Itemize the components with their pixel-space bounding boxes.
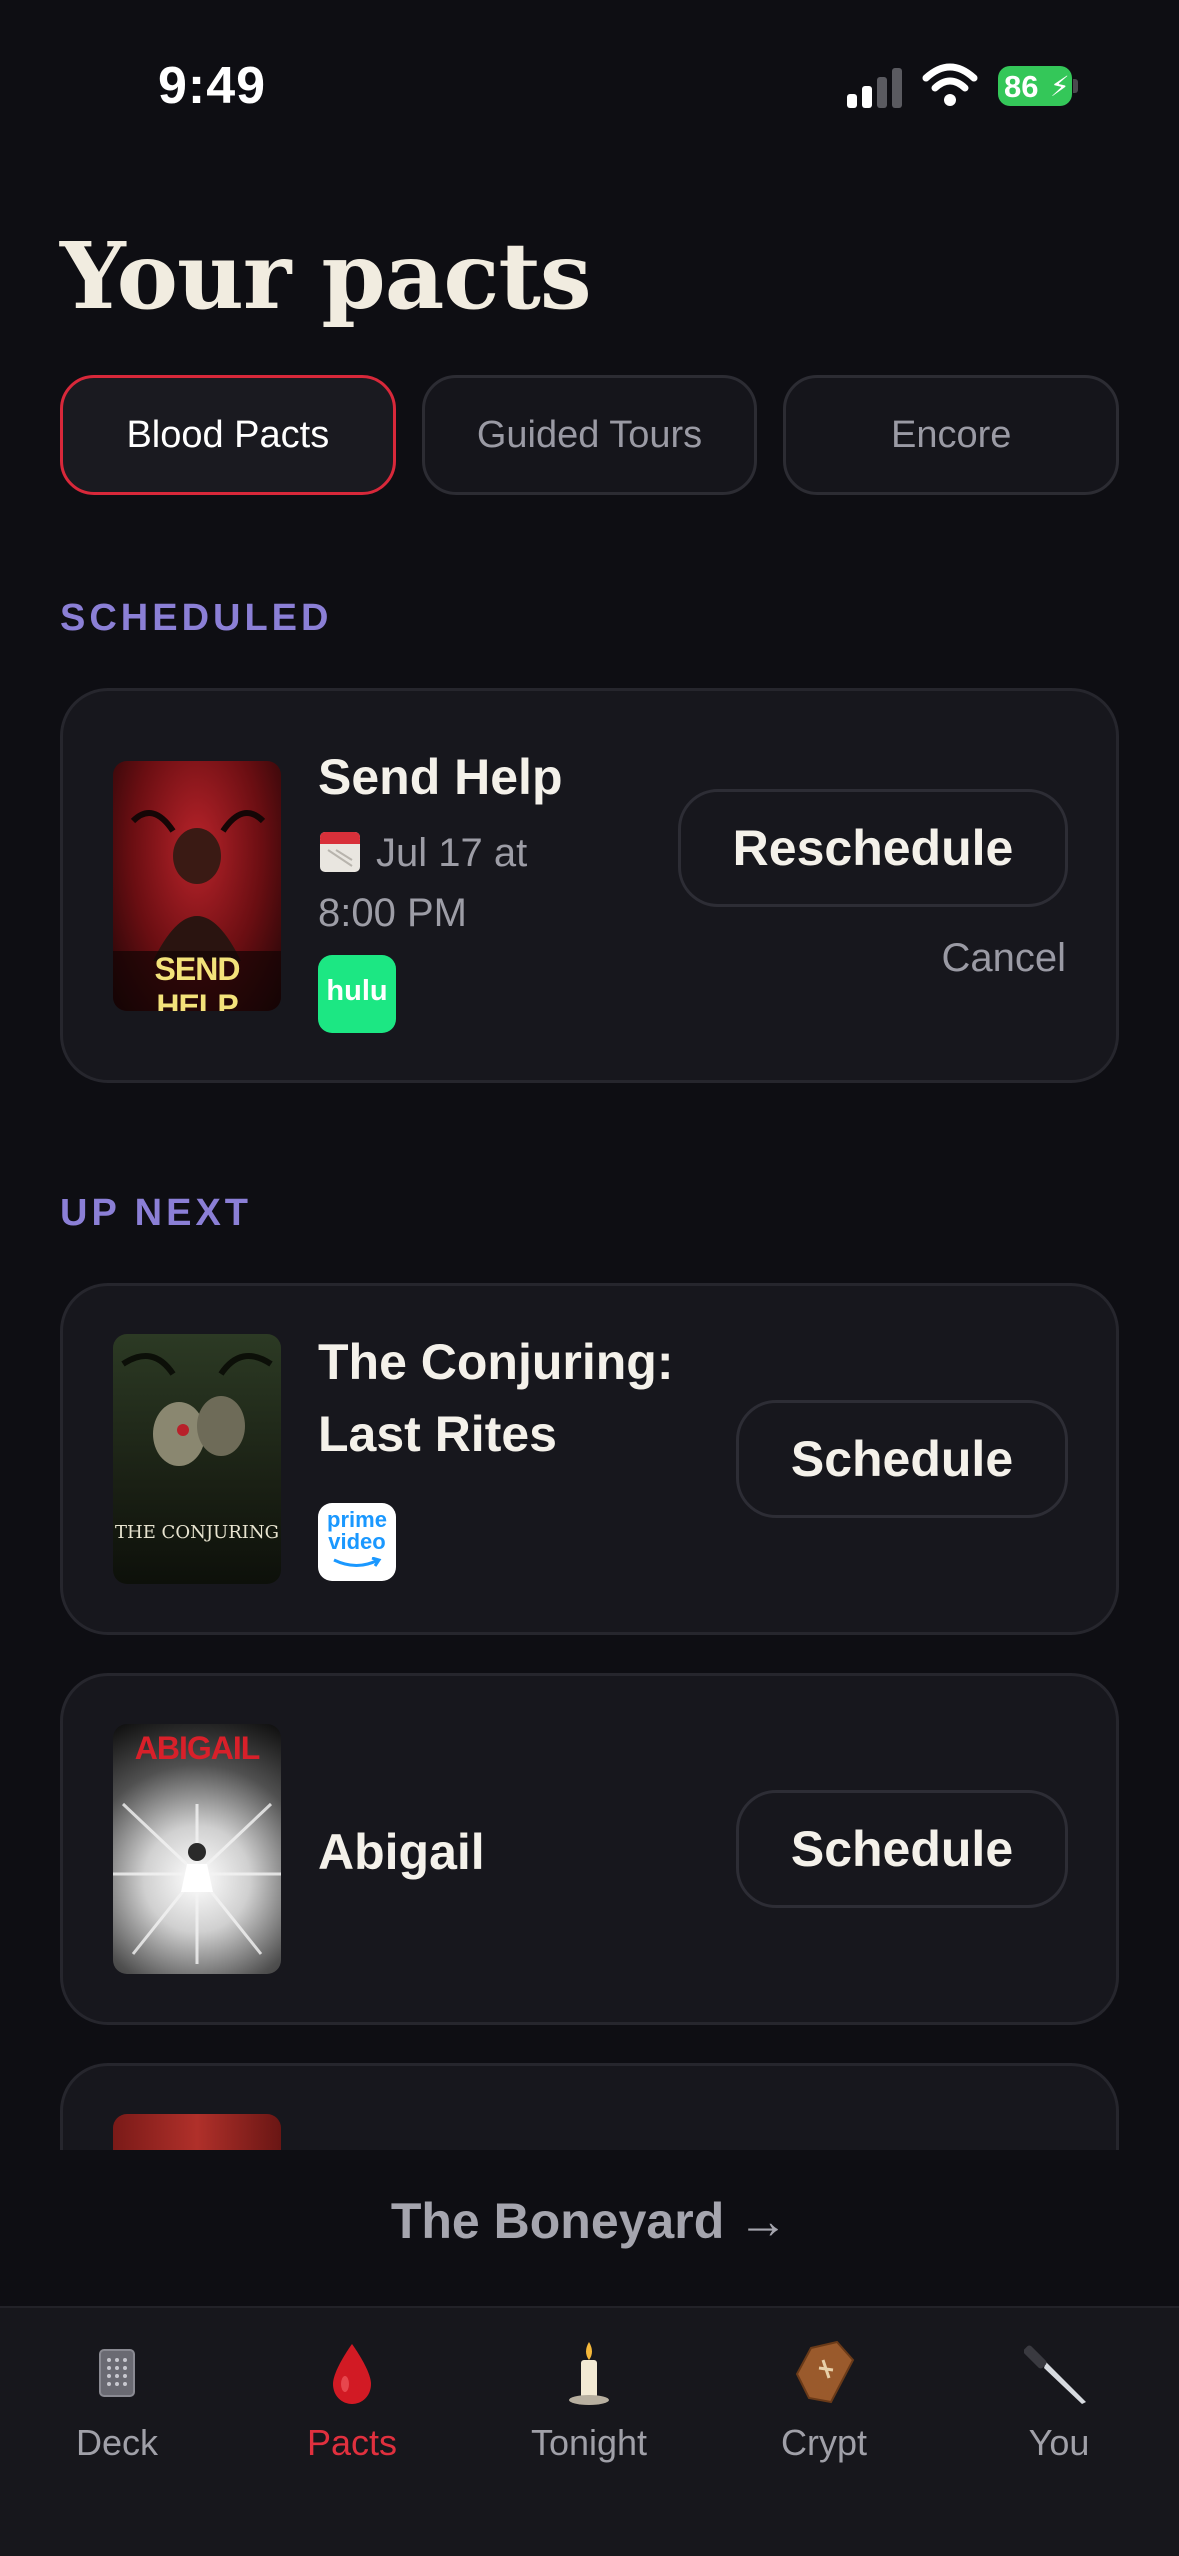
blood-drop-icon	[333, 2344, 371, 2404]
charging-bolt-icon: ⚡	[1050, 71, 1070, 102]
provider-name: hulu	[326, 975, 388, 1007]
poster-conjuring: THE CONJURING	[113, 1334, 281, 1584]
poster-title-text: SEND HELP	[154, 951, 241, 1011]
tabbar-item-deck[interactable]: Deck	[27, 2338, 207, 2464]
schedule-date: Jul 17 at	[318, 823, 527, 883]
tabbar-item-tonight[interactable]: Tonight	[499, 2338, 679, 2464]
tabbar-label: Tonight	[530, 2422, 648, 2463]
calendar-icon	[320, 832, 360, 872]
reschedule-button[interactable]: Reschedule	[678, 789, 1068, 907]
pact-type-tabs: Blood Pacts Guided Tours Encore	[60, 375, 1120, 495]
tab-encore[interactable]: Encore	[783, 375, 1120, 495]
schedule-button[interactable]: Schedule	[736, 1400, 1068, 1518]
schedule-date-line1: Jul 17 at	[376, 831, 528, 875]
page-title: Your pacts	[60, 222, 592, 330]
card-title: Abigail	[318, 1824, 485, 1880]
provider-name-line2: video	[328, 1529, 386, 1554]
battery-tip	[1073, 79, 1078, 93]
schedule-time: 8:00 PM	[318, 891, 467, 935]
tab-guided-tours[interactable]: Guided Tours	[421, 375, 758, 495]
tabbar-item-you[interactable]: You	[969, 2338, 1149, 2464]
section-label-scheduled: SCHEDULED	[60, 597, 333, 639]
prime-video-logo-icon: prime video	[318, 1503, 396, 1581]
tabbar-label: Pacts	[306, 2422, 398, 2463]
candle-icon	[569, 2342, 609, 2405]
up-next-card[interactable]: ABIGAIL Abigail Schedule	[60, 1673, 1119, 2025]
coffin-icon	[795, 2340, 855, 2404]
poster-abigail: ABIGAIL	[113, 1724, 281, 1974]
card-title-line2: Last Rites	[318, 1406, 557, 1462]
smile-arrow-icon	[333, 1557, 382, 1567]
scheduled-pact-card[interactable]: SEND HELP Send Help Jul 17 at 8:00 PM hu…	[60, 688, 1119, 1083]
boneyard-link[interactable]: The Boneyard →	[0, 2192, 1179, 2250]
poster-art	[121, 1353, 273, 1466]
poster-title-text: THE CONJURING	[114, 1522, 280, 1543]
tabbar-label: You	[1028, 2422, 1090, 2463]
poster-send-help: SEND HELP	[113, 761, 281, 1011]
battery-level: 86	[1004, 69, 1039, 104]
poster-title-text: ABIGAIL	[134, 1730, 261, 1766]
tabbar-label: Crypt	[780, 2422, 867, 2463]
schedule-button[interactable]: Schedule	[736, 1790, 1068, 1908]
card-title: Send Help	[318, 749, 563, 805]
status-bar: 9:49 86 ⚡	[0, 0, 1179, 150]
tabbar-item-crypt[interactable]: Crypt	[734, 2338, 914, 2464]
tabbar-item-pacts[interactable]: Pacts	[262, 2338, 442, 2464]
knife-icon	[1024, 2345, 1086, 2404]
hulu-logo-icon: hulu	[318, 955, 396, 1033]
cancel-button[interactable]: Cancel	[941, 936, 1066, 981]
deck-icon	[99, 2349, 135, 2397]
card-title-line1: The Conjuring:	[318, 1334, 674, 1390]
battery-indicator: 86 ⚡	[998, 66, 1078, 106]
bottom-tab-bar: Deck Pacts Tonight Crypt You	[0, 2306, 1179, 2556]
up-next-card[interactable]: THE CONJURING The Conjuring: Last Rites …	[60, 1283, 1119, 1635]
tabbar-label: Deck	[75, 2422, 159, 2463]
tab-blood-pacts[interactable]: Blood Pacts	[60, 375, 396, 495]
cellular-signal-icon	[847, 68, 902, 108]
wifi-icon	[922, 63, 978, 106]
section-label-up-next: UP NEXT	[60, 1192, 253, 1234]
status-time: 9:49	[158, 57, 267, 115]
